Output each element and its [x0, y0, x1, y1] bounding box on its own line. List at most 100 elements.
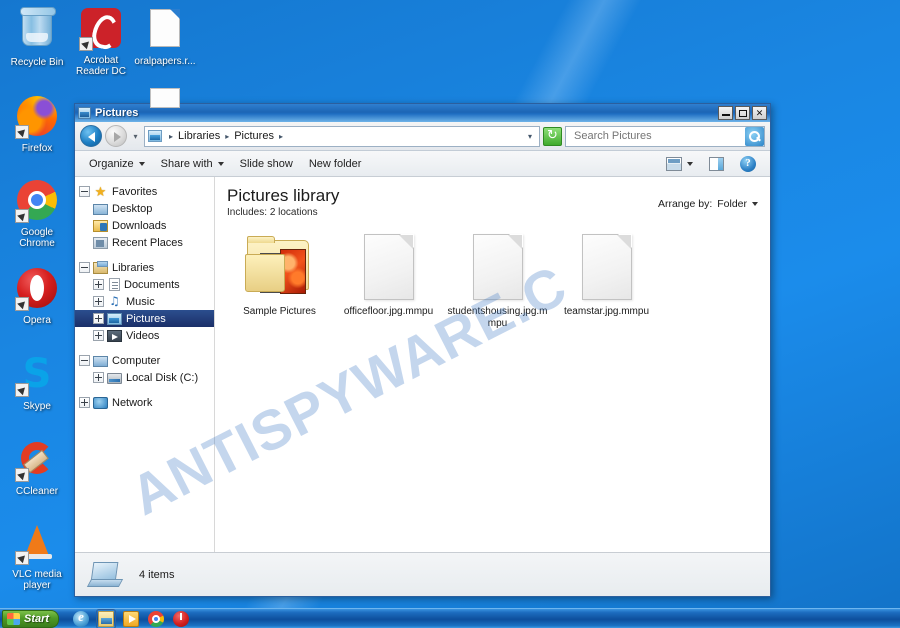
search-icon[interactable] — [745, 126, 764, 146]
breadcrumb-separator-root[interactable]: ▸ — [166, 132, 176, 141]
sidebar-item-network[interactable]: Network — [75, 394, 214, 411]
expand-icon[interactable] — [93, 330, 104, 341]
collapse-icon[interactable] — [79, 262, 90, 273]
sidebar-item-label: Music — [126, 295, 155, 308]
slide-show-button[interactable]: Slide show — [232, 154, 301, 174]
file-name: teamstar.jpg.mmpu — [563, 306, 650, 317]
address-bar[interactable]: ▾ ▸ Libraries ▸ Pictures ▸ ▾ — [75, 122, 770, 151]
refresh-button[interactable] — [543, 126, 562, 146]
sidebar-item-documents[interactable]: Documents — [75, 276, 214, 293]
list-item[interactable]: officefloor.jpg.mmpu — [334, 230, 443, 333]
desktop-icon-acrobat-reader[interactable]: Acrobat Reader DC — [68, 6, 134, 77]
sidebar-item-label: Videos — [126, 329, 160, 342]
sidebar-item-pictures[interactable]: Pictures — [75, 310, 214, 327]
pictures-icon — [107, 312, 122, 325]
address-dropdown-icon[interactable]: ▾ — [524, 132, 536, 141]
view-mode-icon[interactable] — [666, 156, 682, 171]
desktop-icon-recycle-bin[interactable]: Recycle Bin — [4, 6, 70, 68]
desktop-icon-google-chrome[interactable]: Google Chrome — [4, 178, 70, 249]
start-button[interactable]: Start — [2, 609, 60, 628]
command-bar[interactable]: Organize Share with Slide show New folde… — [75, 151, 770, 177]
desktop-icon-label: Google Chrome — [19, 227, 55, 249]
desktop-icon-vlc-media-player[interactable]: VLC media player — [4, 520, 70, 591]
desktop-icon-label: Firefox — [21, 143, 53, 154]
desktop-icon-label: VLC media player — [12, 569, 62, 591]
expand-icon[interactable] — [93, 279, 104, 290]
search-input[interactable] — [572, 129, 745, 143]
breadcrumb-library-icon — [148, 130, 162, 142]
file-grid: Sample Pictures officefloor.jpg.mmpu stu… — [215, 224, 770, 333]
organize-button[interactable]: Organize — [81, 154, 153, 174]
breadcrumb-item-pictures[interactable]: Pictures — [232, 130, 276, 142]
expand-icon[interactable] — [79, 397, 90, 408]
collapse-icon[interactable] — [79, 355, 90, 366]
expand-icon[interactable] — [93, 313, 104, 324]
sidebar-item-label: Desktop — [112, 202, 153, 215]
desktop-icon-oralpapers[interactable]: oralpapers.r... — [132, 6, 198, 67]
arrange-by-value[interactable]: Folder — [717, 198, 747, 210]
arrange-by-label: Arrange by: — [657, 198, 713, 210]
new-folder-button[interactable]: New folder — [301, 154, 370, 174]
sidebar-item-music[interactable]: ♫ Music — [75, 293, 214, 310]
expand-icon[interactable] — [93, 296, 104, 307]
preview-pane-icon[interactable] — [709, 156, 724, 171]
navigation-pane[interactable]: ★ Favorites Desktop Downloads Recent Pla… — [75, 177, 215, 552]
back-button[interactable] — [80, 125, 102, 147]
desktop[interactable]: Recycle Bin Acrobat Reader DC oralpapers… — [0, 0, 900, 628]
taskbar[interactable]: Start — [0, 608, 900, 628]
sidebar-item-recent-places[interactable]: Recent Places — [75, 234, 214, 251]
desktop-icon — [93, 204, 108, 215]
recent-pages-dropdown-icon[interactable]: ▾ — [130, 132, 141, 141]
desktop-icon-firefox[interactable]: Firefox — [4, 94, 70, 154]
help-icon[interactable]: ? — [740, 155, 756, 172]
explorer-window[interactable]: Pictures ✕ ▾ ▸ Libraries ▸ Pictures ▸ ▾ — [74, 103, 771, 597]
preview-pane-button[interactable] — [701, 153, 732, 175]
sidebar-item-label: Recent Places — [112, 236, 183, 249]
desktop-icon-label: CCleaner — [15, 486, 59, 497]
library-header: Pictures library Includes: 2 locations A… — [215, 177, 770, 224]
expand-icon[interactable] — [93, 372, 104, 383]
desktop-icon-opera[interactable]: Opera — [4, 266, 70, 326]
breadcrumb-separator-0[interactable]: ▸ — [222, 132, 232, 141]
disk-icon — [107, 373, 122, 384]
breadcrumb[interactable]: ▸ Libraries ▸ Pictures ▸ ▾ — [144, 125, 540, 147]
media-player-icon[interactable] — [123, 610, 140, 627]
chevron-down-icon[interactable] — [752, 202, 758, 206]
sidebar-item-label: Computer — [112, 354, 161, 367]
file-icon — [570, 232, 644, 302]
share-with-button[interactable]: Share with — [153, 154, 232, 174]
search-box[interactable] — [565, 125, 765, 147]
list-item[interactable]: teamstar.jpg.mmpu — [552, 230, 661, 333]
file-list-pane[interactable]: Pictures library Includes: 2 locations A… — [215, 177, 770, 552]
maximize-button[interactable] — [735, 106, 750, 120]
sidebar-item-local-disk-c[interactable]: Local Disk (C:) — [75, 369, 214, 386]
shortcut-overlay-icon — [15, 468, 29, 482]
breadcrumb-item-libraries[interactable]: Libraries — [176, 130, 222, 142]
sidebar-item-computer[interactable]: Computer — [75, 352, 214, 369]
forward-button[interactable] — [105, 125, 127, 147]
list-item[interactable]: studentshousing.jpg.mmpu — [443, 230, 552, 333]
desktop-icon-label: Recycle Bin — [10, 57, 64, 68]
close-button[interactable]: ✕ — [752, 106, 767, 120]
desktop-icon-ccleaner[interactable]: CCleaner — [4, 437, 70, 497]
breadcrumb-separator-1[interactable]: ▸ — [276, 132, 286, 141]
help-button[interactable]: ? — [732, 152, 764, 176]
sidebar-item-favorites[interactable]: ★ Favorites — [75, 183, 214, 200]
collapse-icon[interactable] — [79, 186, 90, 197]
sidebar-item-videos[interactable]: Videos — [75, 327, 214, 344]
includes-locations-link[interactable]: 2 locations — [270, 207, 318, 218]
sidebar-item-downloads[interactable]: Downloads — [75, 217, 214, 234]
acrobat-reader-icon — [79, 8, 123, 52]
sidebar-item-libraries[interactable]: Libraries — [75, 259, 214, 276]
change-view-button[interactable] — [658, 153, 701, 175]
power-icon[interactable] — [173, 610, 190, 627]
chevron-down-icon[interactable] — [687, 161, 693, 166]
chrome-icon[interactable] — [148, 610, 165, 627]
windows-explorer-icon[interactable] — [96, 608, 117, 628]
desktop-icon-skype[interactable]: S Skype — [4, 352, 70, 412]
arrange-by[interactable]: Arrange by: Folder — [658, 186, 758, 210]
minimize-button[interactable] — [718, 106, 733, 120]
internet-explorer-icon[interactable] — [73, 609, 90, 627]
sidebar-item-desktop[interactable]: Desktop — [75, 200, 214, 217]
list-item[interactable]: Sample Pictures — [225, 230, 334, 333]
